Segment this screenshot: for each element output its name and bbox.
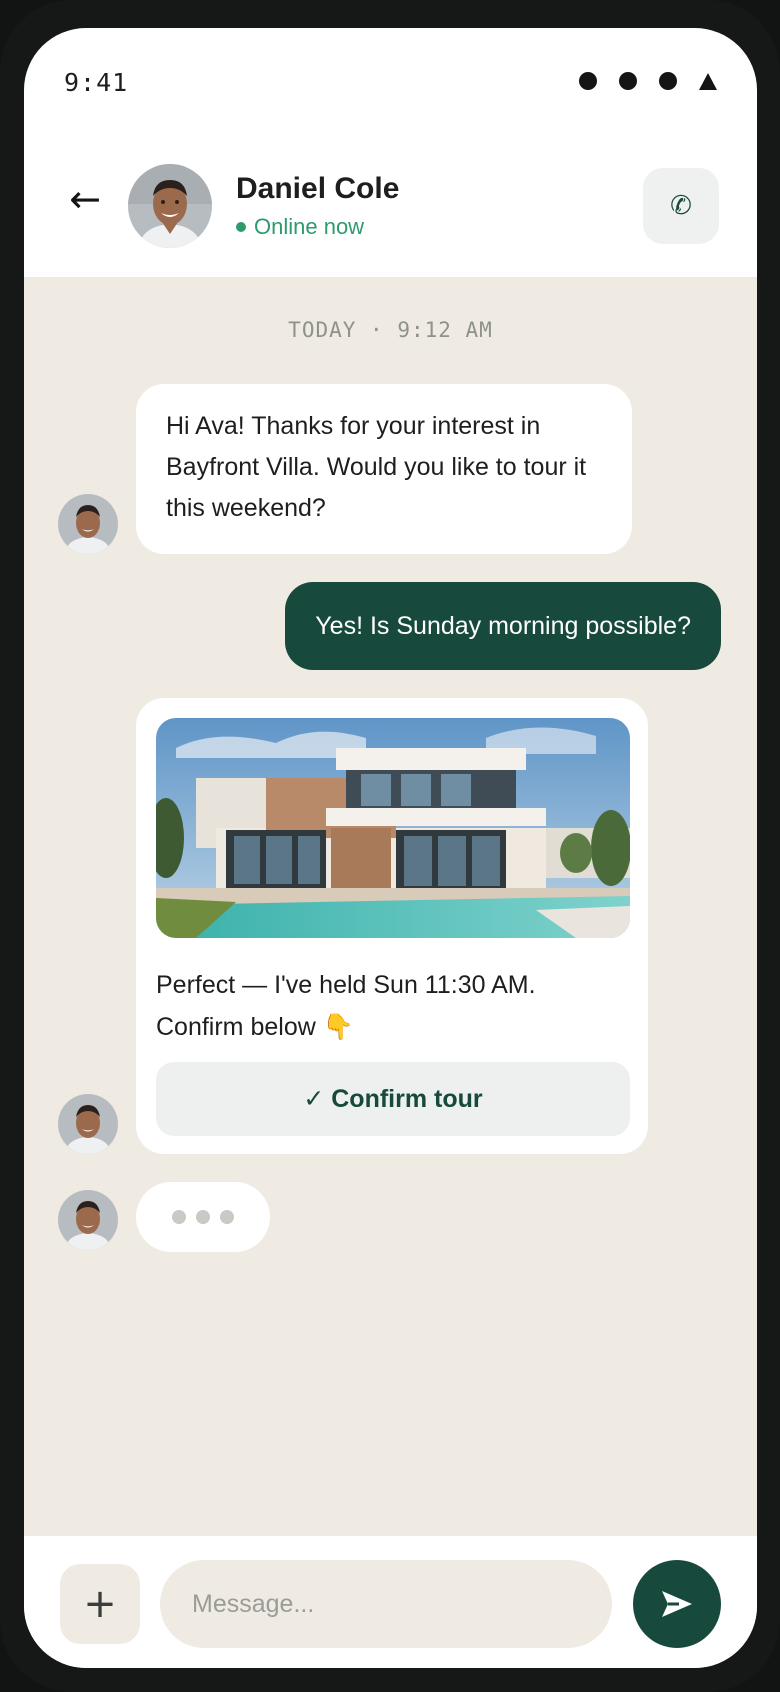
plus-icon: + (83, 1581, 117, 1627)
message-composer: + (24, 1536, 757, 1668)
sender-avatar (58, 1094, 118, 1154)
status-bar: 9:41 (24, 28, 757, 132)
online-dot-icon (236, 222, 246, 232)
chat-thread[interactable]: TODAY · 9:12 AM Hi Ava! Thanks for your … (24, 278, 757, 1536)
status-icons (579, 72, 717, 90)
battery-icon (659, 72, 677, 90)
date-divider: TODAY · 9:12 AM (288, 318, 493, 342)
arrow-left-icon: ← (69, 177, 101, 221)
typing-dot (220, 1210, 234, 1224)
send-icon (662, 1591, 692, 1617)
contact-status: Online now (236, 214, 364, 240)
typing-dot (196, 1210, 210, 1224)
call-button[interactable]: ✆ (643, 168, 719, 244)
message-bubble-outgoing: Yes! Is Sunday morning possible? (285, 582, 721, 670)
typing-indicator (136, 1182, 270, 1252)
message-input[interactable] (160, 1560, 612, 1648)
back-button[interactable]: ← (60, 174, 110, 224)
chat-header: ← Daniel Cole Online now ✆ (24, 132, 757, 278)
message-bubble-incoming: Hi Ava! Thanks for your interest in Bayf… (136, 384, 632, 554)
status-time: 9:41 (64, 68, 129, 97)
card-message-text: Perfect — I've held Sun 11:30 AM. Confir… (156, 971, 536, 1041)
phone-icon: ✆ (670, 191, 692, 221)
contact-status-label: Online now (254, 214, 365, 239)
send-button[interactable] (633, 1560, 721, 1648)
signal-icon (579, 72, 597, 90)
typing-dot (172, 1210, 186, 1224)
property-photo[interactable] (156, 718, 630, 938)
property-card-message: Perfect — I've held Sun 11:30 AM. Confir… (136, 698, 648, 1154)
confirm-tour-button[interactable]: ✓ Confirm tour (156, 1062, 630, 1136)
phone-frame: 9:41 ← Daniel Cole Online now ✆ TODAY · … (0, 0, 780, 1692)
network-triangle-icon (699, 72, 717, 90)
sender-avatar (58, 494, 118, 554)
wifi-icon (619, 72, 637, 90)
attach-button[interactable]: + (60, 1564, 140, 1644)
contact-avatar[interactable] (128, 164, 212, 248)
contact-name: Daniel Cole (236, 172, 400, 205)
app-screen: 9:41 ← Daniel Cole Online now ✆ TODAY · … (24, 28, 757, 1668)
sender-avatar (58, 1190, 118, 1250)
